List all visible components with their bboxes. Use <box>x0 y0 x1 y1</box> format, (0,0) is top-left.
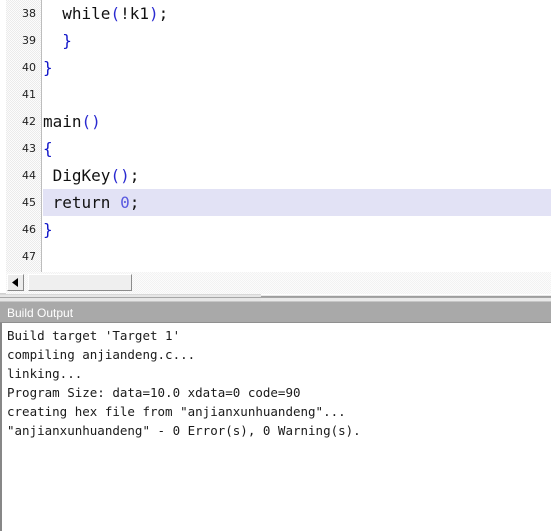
editor-region: 38 while(!k1); 39 } 40} 41 42 main() 43{44 Dig… <box>0 0 551 301</box>
line-number: 44 <box>22 169 36 182</box>
build-output-line: compiling anjiandeng.c... <box>7 347 196 362</box>
code-lines[interactable]: 38 while(!k1); 39 } 40} 41 42 main() 43{44 Dig… <box>6 0 551 270</box>
horizontal-scroll-track[interactable] <box>132 274 551 291</box>
line-number: 42 <box>22 115 36 128</box>
code-line-text[interactable]: main() <box>43 108 551 135</box>
code-token: 0 <box>120 193 130 212</box>
code-token: } <box>43 220 53 239</box>
build-output-line: creating hex file from "anjianxunhuanden… <box>7 404 346 419</box>
code-token: ( <box>110 4 121 23</box>
line-number: 43 <box>22 142 36 155</box>
code-line-text[interactable]: } <box>43 54 551 81</box>
line-number: 38 <box>22 7 36 20</box>
build-output-title: Build Output <box>7 306 74 320</box>
code-line[interactable]: 38 while(!k1); <box>6 0 551 27</box>
code-token: () <box>110 166 130 185</box>
build-output-line: Program Size: data=10.0 xdata=0 code=90 <box>7 385 301 400</box>
code-token: main <box>43 112 82 131</box>
code-line-text[interactable]: { <box>43 135 551 162</box>
build-output-titlebar[interactable]: Build Output <box>0 301 551 323</box>
line-number: 45 <box>22 196 36 209</box>
code-line[interactable]: 43 { <box>6 135 551 162</box>
code-line-text[interactable] <box>43 243 551 270</box>
code-line[interactable]: 44 DigKey(); <box>6 162 551 189</box>
code-token: ) <box>148 4 159 23</box>
code-line-text[interactable] <box>43 81 551 108</box>
code-line[interactable]: 41 <box>6 81 551 108</box>
code-line[interactable]: 46} <box>6 216 551 243</box>
code-line-text[interactable]: while(!k1); <box>43 0 551 27</box>
editor-horizontal-scrollbar[interactable] <box>6 272 551 294</box>
line-number: 40 <box>22 61 36 74</box>
code-line-text[interactable]: } <box>43 216 551 243</box>
build-output-line: Build target 'Target 1' <box>7 328 181 343</box>
code-line[interactable]: 47 <box>6 243 551 270</box>
code-editor[interactable]: 38 while(!k1); 39 } 40} 41 42 main() 43{44 Dig… <box>6 0 551 272</box>
code-line-text[interactable]: DigKey(); <box>43 162 551 189</box>
pane-divider[interactable] <box>0 297 551 298</box>
build-output-body[interactable]: Build target 'Target 1' compiling anjiand… <box>0 323 551 531</box>
code-token: } <box>62 31 72 50</box>
code-token: !k1 <box>120 4 149 23</box>
build-output-lines: Build target 'Target 1' compiling anjiand… <box>2 323 551 440</box>
code-token: return <box>43 193 121 212</box>
code-token: () <box>81 112 101 131</box>
line-number: 39 <box>22 34 36 47</box>
build-output-pane: Build Output Build target 'Target 1' comp… <box>0 301 551 531</box>
code-token: while <box>43 4 111 23</box>
code-token: { <box>43 139 53 158</box>
code-token: ; <box>129 193 140 212</box>
code-line[interactable]: 45 return 0; <box>6 189 551 216</box>
code-token: ; <box>158 4 169 23</box>
code-line[interactable]: 39 } <box>6 27 551 54</box>
code-token: DigKey <box>43 166 111 185</box>
code-line-text[interactable]: } <box>43 27 551 54</box>
scroll-left-arrow-icon[interactable] <box>7 274 24 291</box>
line-number: 47 <box>22 250 36 263</box>
build-output-line: linking... <box>7 366 83 381</box>
line-number: 46 <box>22 223 36 236</box>
code-token: ; <box>129 166 140 185</box>
code-line-text[interactable]: return 0; <box>43 189 551 216</box>
code-line[interactable]: 42 main() <box>6 108 551 135</box>
horizontal-scroll-thumb[interactable] <box>28 274 132 291</box>
code-line[interactable]: 40} <box>6 54 551 81</box>
line-number: 41 <box>22 88 36 101</box>
code-token: } <box>43 58 53 77</box>
build-output-line: "anjianxunhuandeng" - 0 Error(s), 0 Warn… <box>7 423 361 438</box>
